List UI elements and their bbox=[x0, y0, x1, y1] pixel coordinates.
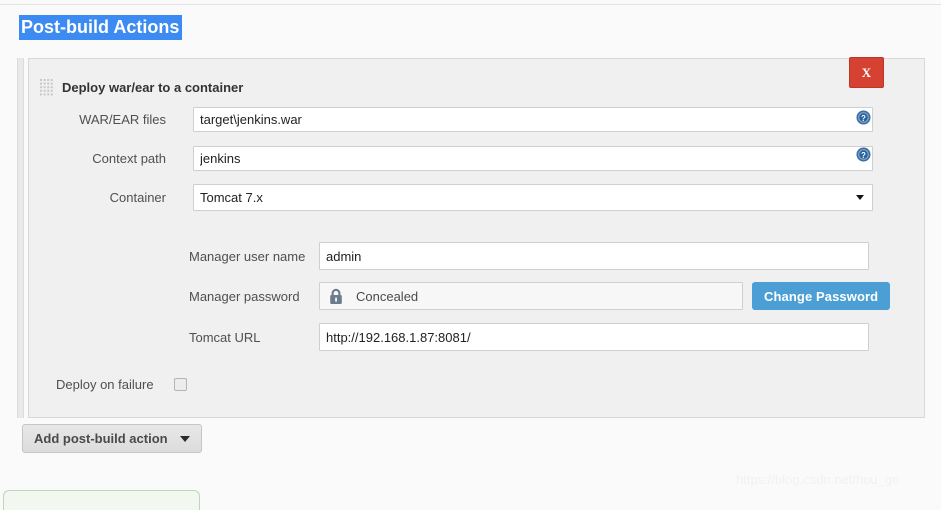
top-divider bbox=[0, 4, 941, 5]
add-post-build-action-button[interactable]: Add post-build action bbox=[22, 424, 202, 453]
row-context-path: Context path bbox=[56, 146, 876, 171]
page-title: Post-build Actions bbox=[19, 15, 183, 40]
row-war-ear-files: WAR/EAR files bbox=[56, 107, 876, 132]
row-container: Container Tomcat 7.x bbox=[56, 184, 876, 211]
war-ear-files-input[interactable] bbox=[193, 107, 873, 132]
container-select[interactable]: Tomcat 7.x bbox=[193, 184, 873, 211]
tomcat-url-label: Tomcat URL bbox=[189, 329, 261, 345]
deploy-container-panel: Deploy war/ear to a container WAR/EAR fi… bbox=[28, 58, 925, 418]
help-circle-icon[interactable]: ? bbox=[856, 147, 871, 162]
lock-icon bbox=[330, 288, 342, 304]
manager-password-field[interactable]: Concealed bbox=[319, 282, 743, 310]
panel-header: Deploy war/ear to a container bbox=[29, 77, 243, 97]
svg-text:?: ? bbox=[861, 114, 866, 123]
drag-handle-icon[interactable] bbox=[40, 78, 53, 96]
deploy-on-failure-checkbox[interactable] bbox=[174, 378, 187, 391]
container-label: Container bbox=[109, 190, 166, 205]
container-select-wrap: Tomcat 7.x bbox=[193, 184, 873, 211]
manager-password-label: Manager password bbox=[189, 288, 300, 304]
war-ear-files-label: WAR/EAR files bbox=[79, 112, 166, 127]
row-manager-user: Manager user name bbox=[189, 242, 919, 270]
row-deploy-on-failure: Deploy on failure bbox=[56, 377, 187, 392]
svg-text:?: ? bbox=[861, 151, 866, 160]
watermark: https://blog.csdn.net/hou_ge bbox=[736, 472, 900, 487]
manager-user-name-input[interactable] bbox=[319, 242, 869, 270]
delete-post-build-action-button[interactable]: X bbox=[849, 57, 884, 88]
panel-title: Deploy war/ear to a container bbox=[62, 79, 244, 95]
add-post-build-action-label: Add post-build action bbox=[34, 431, 168, 446]
context-path-label: Context path bbox=[92, 151, 166, 166]
manager-user-name-label: Manager user name bbox=[189, 248, 306, 264]
context-path-input[interactable] bbox=[193, 146, 873, 171]
deploy-on-failure-label: Deploy on failure bbox=[56, 377, 154, 392]
row-manager-password: Manager password Concealed Change Passwo… bbox=[189, 282, 929, 310]
help-circle-icon[interactable]: ? bbox=[856, 110, 871, 125]
manager-password-value: Concealed bbox=[356, 288, 419, 304]
panel-drag-rail[interactable] bbox=[17, 58, 24, 418]
caret-down-icon bbox=[179, 435, 190, 442]
change-password-button[interactable]: Change Password bbox=[752, 282, 891, 310]
tomcat-url-input[interactable] bbox=[319, 323, 869, 351]
bottom-green-panel bbox=[3, 490, 200, 510]
row-tomcat-url: Tomcat URL bbox=[189, 323, 919, 351]
